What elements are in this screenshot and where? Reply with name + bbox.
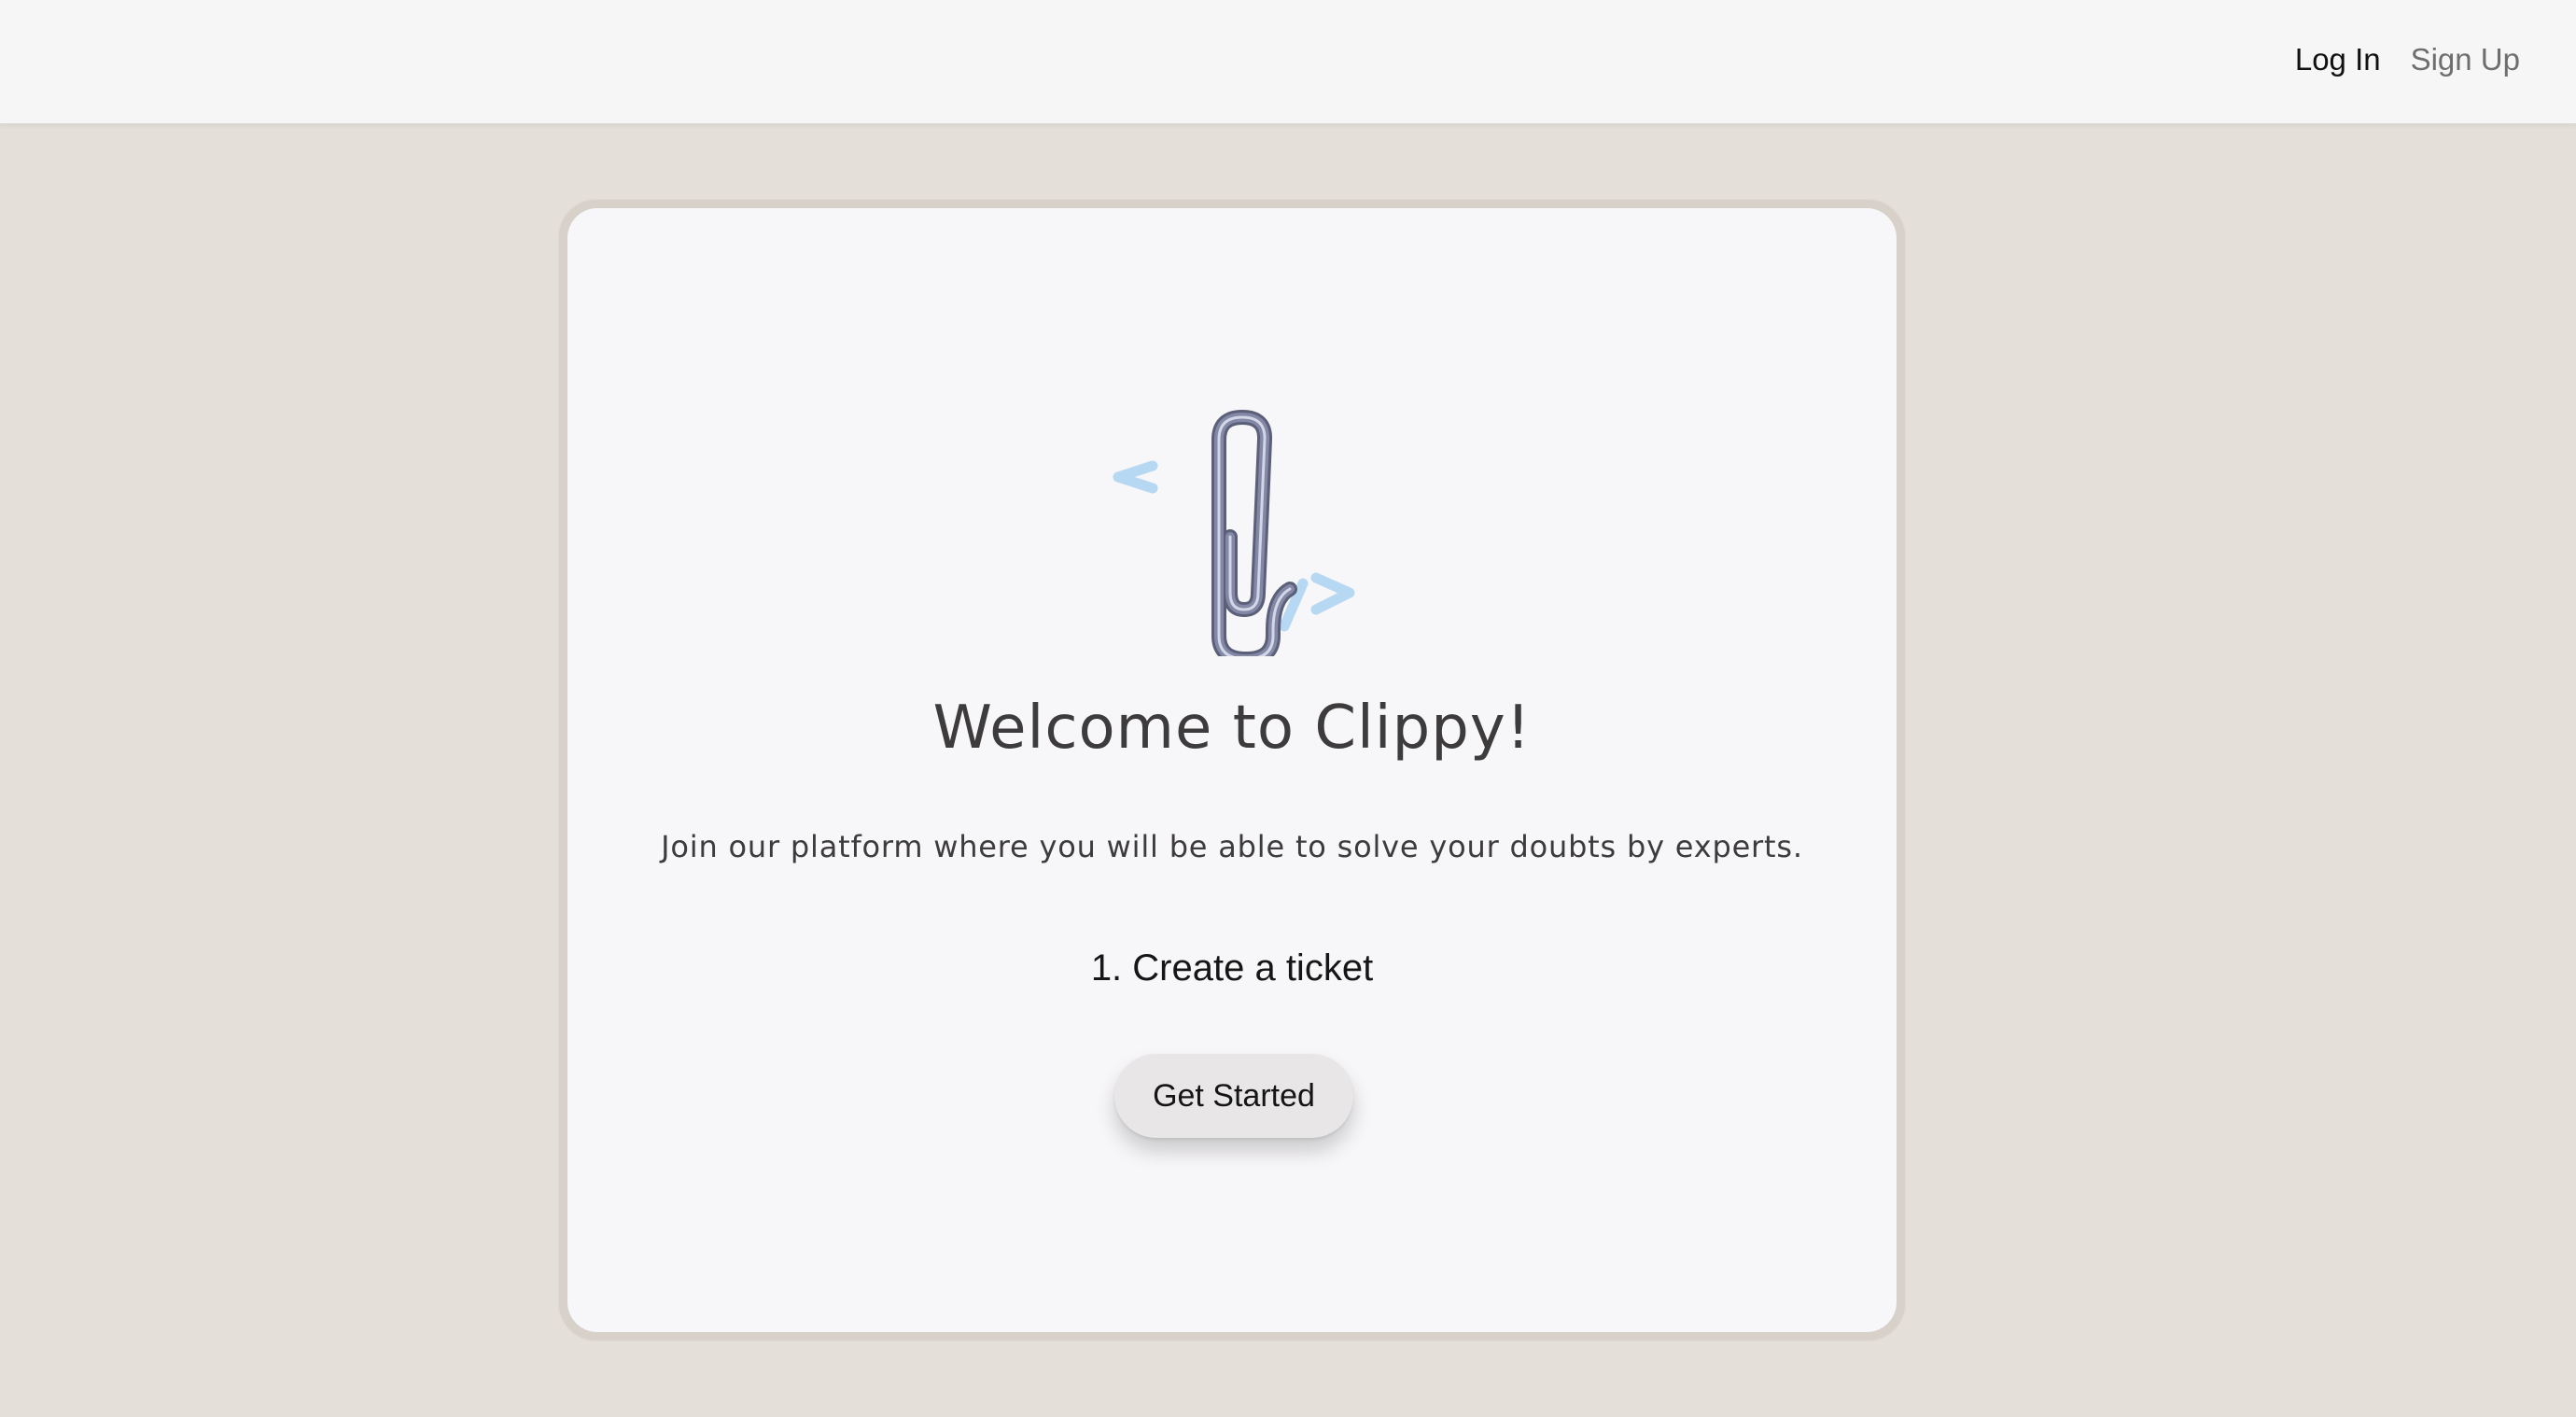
welcome-card-frame: Welcome to Clippy! Join our platform whe… [559, 200, 1905, 1340]
nav-links: Log In Sign Up [2295, 0, 2520, 119]
get-started-button[interactable]: Get Started [1114, 1054, 1353, 1138]
page-subtitle: Join our platform where you will be able… [661, 829, 1803, 864]
signup-link[interactable]: Sign Up [2411, 42, 2520, 77]
paperclip-code-icon [1109, 386, 1370, 666]
welcome-card: Welcome to Clippy! Join our platform whe… [567, 208, 1897, 1332]
top-navbar: Log In Sign Up [0, 0, 2576, 124]
login-link[interactable]: Log In [2295, 42, 2381, 77]
step-text: 1. Create a ticket [1090, 947, 1374, 989]
page-title: Welcome to Clippy! [932, 694, 1532, 763]
